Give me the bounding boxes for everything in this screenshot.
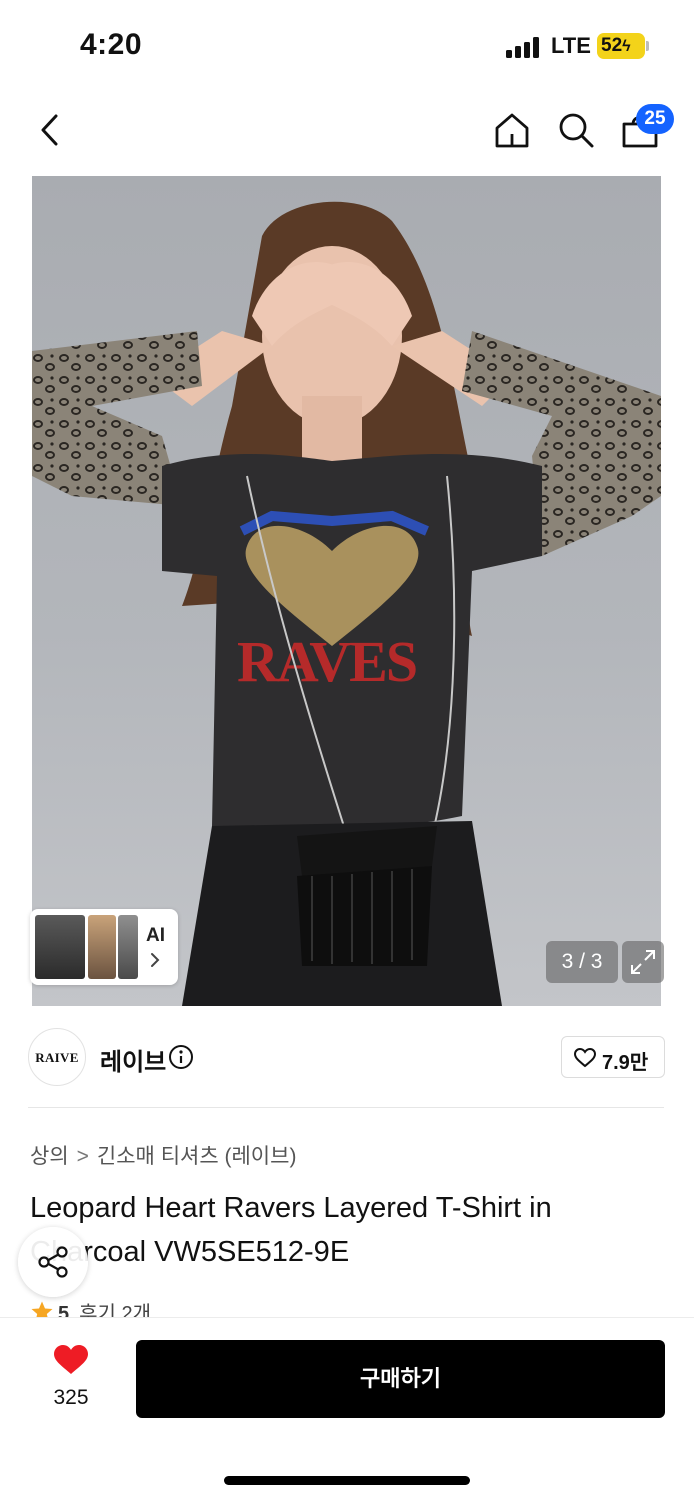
- expand-icon[interactable]: [622, 941, 664, 983]
- status-time: 4:20: [80, 28, 143, 61]
- ai-thumbnail-2: [88, 915, 116, 979]
- brand-name[interactable]: 레이브: [100, 1042, 166, 1077]
- buy-button[interactable]: 구매하기: [136, 1340, 665, 1418]
- svg-text:RAVES: RAVES: [237, 629, 416, 694]
- battery-tip: [646, 41, 649, 51]
- breadcrumb-category[interactable]: 상의: [30, 1145, 69, 1168]
- wishlist-count: 325: [53, 1386, 89, 1409]
- chevron-right-icon: [151, 953, 160, 967]
- battery-icon: 52ϟ: [597, 33, 645, 59]
- info-icon[interactable]: [168, 1044, 194, 1070]
- home-icon[interactable]: [492, 110, 532, 150]
- product-photo: RAVES: [32, 201, 661, 1006]
- brand-logo[interactable]: RAIVE: [28, 1028, 86, 1086]
- network-label: LTE: [551, 33, 591, 58]
- ai-thumbnail-1: [35, 915, 85, 979]
- wishlist-button[interactable]: 325: [36, 1342, 106, 1418]
- share-button[interactable]: [18, 1227, 88, 1297]
- heart-outline-icon: [573, 1047, 597, 1068]
- ai-label: AI: [146, 925, 165, 946]
- image-page-counter: 3 / 3: [546, 941, 618, 983]
- ai-thumbnail-3: [118, 915, 138, 979]
- top-nav: [0, 90, 694, 176]
- share-icon: [38, 1246, 68, 1278]
- product-image[interactable]: RAVES: [32, 176, 661, 1006]
- ai-similar-styles-button[interactable]: AI: [30, 909, 178, 985]
- status-bar: 4:20 LTE 52ϟ: [0, 0, 694, 90]
- breadcrumb-separator: >: [76, 1145, 89, 1168]
- back-icon[interactable]: [36, 110, 66, 150]
- brand-like-button[interactable]: 7.9만: [561, 1036, 665, 1078]
- battery-level: 52: [601, 35, 623, 56]
- product-title: Leopard Heart Ravers Layered T-Shirt in …: [30, 1192, 552, 1268]
- brand-like-count: 7.9만: [602, 1052, 649, 1074]
- cart-count-badge: 25: [636, 104, 674, 134]
- heart-filled-icon: [54, 1345, 88, 1374]
- breadcrumb: 상의 > 긴소매 티셔츠 (레이브): [30, 1140, 296, 1170]
- breadcrumb-subcategory[interactable]: 긴소매 티셔츠 (레이브): [97, 1145, 297, 1168]
- home-indicator: [224, 1476, 470, 1485]
- divider: [28, 1107, 664, 1108]
- signal-icon: [506, 36, 542, 58]
- search-icon[interactable]: [556, 110, 596, 150]
